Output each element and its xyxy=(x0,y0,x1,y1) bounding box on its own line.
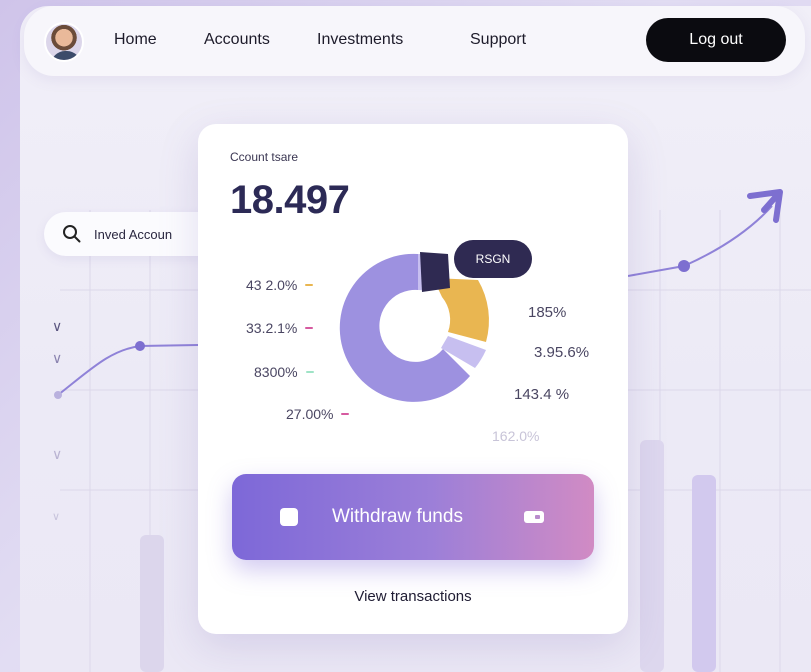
top-navbar: Home Accounts Investments Support Log ou… xyxy=(24,6,805,76)
balance-value: 18.497 xyxy=(230,178,350,222)
view-transactions-link[interactable]: View transactions xyxy=(198,588,628,605)
search-text: Inved Accoun xyxy=(94,226,173,242)
percent-label: 3.95.6% xyxy=(534,344,590,361)
percent-label: 185% xyxy=(528,304,567,321)
legend-item: 33.2.1% xyxy=(246,320,314,336)
logout-button[interactable]: Log out xyxy=(646,18,786,62)
chevron-down-icon[interactable]: ∨ xyxy=(52,350,62,367)
nav-investments[interactable]: Investments xyxy=(317,31,403,49)
chart-tag: RSGN xyxy=(454,240,532,278)
search-field[interactable]: Inved Accoun xyxy=(44,212,214,256)
percent-label: 143.4 % xyxy=(514,386,570,403)
chevron-down-icon[interactable]: ∨ xyxy=(52,510,60,523)
account-card: Ccount tsare 18.497 RSGN 43 2.0% 33.2.1%… xyxy=(198,124,628,634)
withdraw-label: Withdraw funds xyxy=(332,506,463,527)
chevron-down-icon[interactable]: ∨ xyxy=(52,318,62,335)
user-avatar[interactable] xyxy=(44,22,84,62)
legend-item: 43 2.0% xyxy=(246,277,314,293)
chevron-down-icon[interactable]: ∨ xyxy=(52,446,62,463)
legend-item: 8300% xyxy=(254,364,314,380)
wallet-icon xyxy=(524,511,544,523)
percent-label: 162.0% xyxy=(492,428,540,444)
legend-item: 27.00% xyxy=(286,406,350,422)
checkbox-icon xyxy=(280,508,298,526)
search-icon xyxy=(63,225,81,243)
nav-home[interactable]: Home xyxy=(114,31,157,49)
withdraw-funds-button[interactable]: Withdraw funds xyxy=(232,474,594,560)
nav-accounts[interactable]: Accounts xyxy=(204,31,270,49)
card-label: Ccount tsare xyxy=(230,150,299,164)
nav-support[interactable]: Support xyxy=(470,31,526,49)
